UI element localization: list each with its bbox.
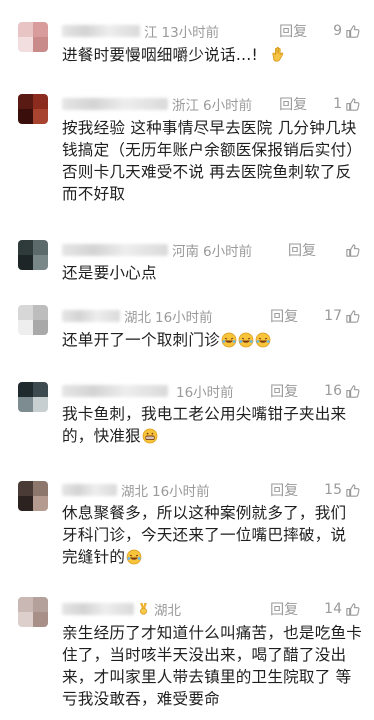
comment-meta: 湖北 16小时前 bbox=[62, 481, 210, 500]
comment-text: 休息聚餐多，所以这种案例就多了，我们牙科门诊，今天还来了一位嘴巴摔破，说完缝针的 bbox=[62, 504, 347, 566]
location: 湖北 bbox=[124, 310, 151, 326]
like-count: 14 bbox=[324, 601, 342, 617]
timestamp: 6小时前 bbox=[203, 98, 253, 114]
reply-button[interactable]: 回复 bbox=[270, 306, 298, 326]
location: 湖北 bbox=[154, 603, 181, 619]
comment-actions: 回复 16 bbox=[270, 382, 360, 400]
comment-meta: 江 13小时前 bbox=[62, 22, 220, 41]
comment-actions: 回复 bbox=[288, 241, 360, 259]
avatar[interactable] bbox=[18, 305, 48, 335]
location: 湖北 bbox=[121, 484, 148, 500]
thumbs-up-icon[interactable] bbox=[345, 243, 360, 258]
grinning-emoji-icon bbox=[142, 428, 158, 444]
timestamp: 16小时前 bbox=[176, 385, 234, 401]
location: 江 bbox=[144, 25, 158, 41]
reply-button[interactable]: 回复 bbox=[279, 21, 307, 41]
like-count: 16 bbox=[324, 383, 342, 399]
like-count: 17 bbox=[324, 308, 342, 324]
timestamp: 6小时前 bbox=[203, 244, 253, 260]
reply-button[interactable]: 回复 bbox=[270, 599, 298, 619]
laughing-crying-emoji-icon bbox=[126, 549, 142, 565]
reply-button[interactable]: 回复 bbox=[288, 240, 316, 260]
avatar[interactable] bbox=[18, 94, 48, 124]
comment-meta: 湖北 bbox=[62, 600, 185, 619]
timestamp: 16小时前 bbox=[152, 484, 210, 500]
comment-text: 按我经验 这种事情尽早去医院 几分钟几块钱搞定（无历年账户余额医保报销后实付）否… bbox=[62, 119, 357, 203]
comment-text: 进餐时要慢咽细嚼少说话…! bbox=[62, 44, 362, 66]
comment-actions: 回复 17 bbox=[270, 307, 360, 325]
location: 浙江 bbox=[172, 98, 199, 114]
avatar[interactable] bbox=[18, 22, 48, 52]
avatar[interactable] bbox=[18, 481, 48, 511]
comment-text: 还是要小心点 bbox=[62, 264, 157, 282]
thumbs-up-icon[interactable] bbox=[345, 309, 360, 324]
username[interactable] bbox=[62, 603, 134, 615]
username[interactable] bbox=[62, 385, 168, 397]
username[interactable] bbox=[62, 98, 168, 110]
comment-text: 我卡鱼刺，我电工老公用尖嘴钳子夹出来的，快准狠 bbox=[62, 405, 347, 445]
comment-meta: 湖北 16小时前 bbox=[62, 307, 213, 326]
thumbs-up-icon[interactable] bbox=[345, 97, 360, 112]
like-count: 15 bbox=[324, 482, 342, 498]
medal-badge-icon bbox=[140, 603, 147, 615]
comment-list: 江 13小时前 回复 9 进餐时要慢咽细嚼少说话…! 浙江 6小时前 回复 1 bbox=[0, 0, 374, 720]
comment-actions: 回复 14 bbox=[270, 600, 360, 618]
thumbs-up-icon[interactable] bbox=[345, 24, 360, 39]
comment-text: 亲生经历了才知道什么叫痛苦，也是吃鱼卡住了，当时咳半天没出来，喝了醋了没出来，才… bbox=[62, 624, 363, 708]
laughing-crying-emoji-icon bbox=[238, 332, 254, 348]
avatar[interactable] bbox=[18, 382, 48, 412]
comment-text: 还单开了一个取刺门诊 bbox=[62, 329, 362, 351]
thumbs-up-icon[interactable] bbox=[345, 384, 360, 399]
thumbs-up-icon[interactable] bbox=[345, 602, 360, 617]
laughing-crying-emoji-icon bbox=[221, 332, 237, 348]
avatar[interactable] bbox=[18, 597, 48, 627]
hand-clap-icon bbox=[272, 46, 284, 62]
username[interactable] bbox=[62, 25, 140, 37]
comment-actions: 回复 1 bbox=[279, 95, 360, 113]
like-count: 1 bbox=[333, 96, 342, 112]
comment-meta: 16小时前 bbox=[62, 382, 234, 401]
reply-button[interactable]: 回复 bbox=[270, 480, 298, 500]
username[interactable] bbox=[62, 244, 168, 256]
laughing-crying-emoji-icon bbox=[255, 332, 271, 348]
username[interactable] bbox=[62, 310, 120, 322]
comment-actions: 回复 15 bbox=[270, 481, 360, 499]
username[interactable] bbox=[62, 484, 117, 496]
thumbs-up-icon[interactable] bbox=[345, 483, 360, 498]
timestamp: 13小时前 bbox=[161, 25, 220, 41]
avatar[interactable] bbox=[18, 240, 48, 270]
reply-button[interactable]: 回复 bbox=[279, 94, 307, 114]
timestamp: 16小时前 bbox=[155, 310, 213, 326]
reply-button[interactable]: 回复 bbox=[270, 381, 298, 401]
comment-meta: 浙江 6小时前 bbox=[62, 95, 253, 114]
comment-meta: 河南 6小时前 bbox=[62, 241, 253, 260]
comment-actions: 回复 9 bbox=[279, 22, 360, 40]
location: 河南 bbox=[172, 244, 199, 260]
like-count: 9 bbox=[333, 23, 342, 39]
